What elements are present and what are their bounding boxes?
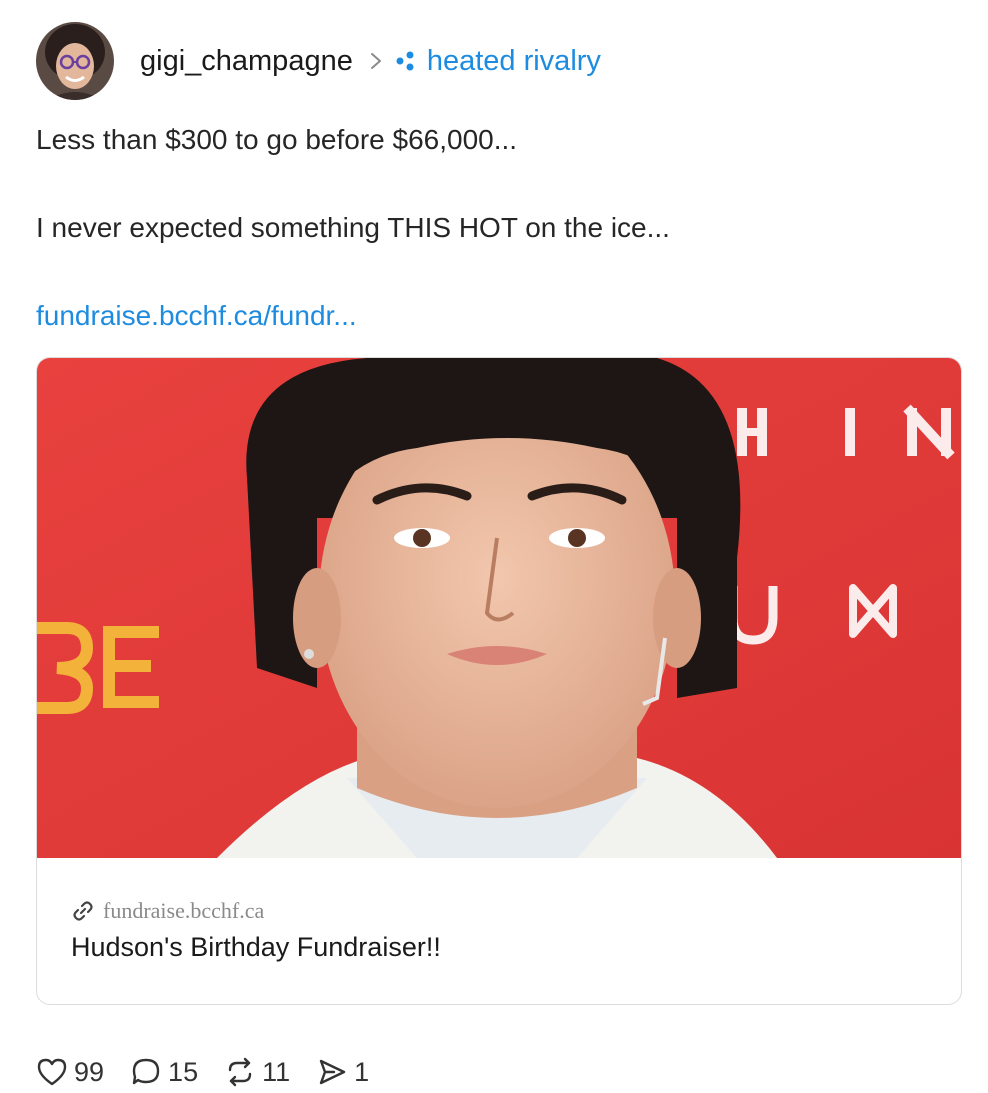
community-link[interactable]: heated rivalry [395, 45, 601, 78]
author-username[interactable]: gigi_champagne [140, 45, 353, 78]
post-text-line-1: Less than $300 to go before $66,000... [36, 124, 518, 155]
comment-icon [132, 1058, 160, 1085]
community-name: heated rivalry [426, 44, 601, 77]
like-button[interactable]: 99 [36, 1057, 104, 1088]
heart-icon [37, 1058, 67, 1086]
link-preview-card[interactable]: fundraise.bcchf.ca Hudson's Birthday Fun… [36, 357, 962, 1005]
post-text-line-2: I never expected something THIS HOT on t… [36, 212, 670, 243]
link-preview-image [37, 358, 961, 858]
repost-count: 11 [262, 1056, 291, 1087]
link-preview-domain: fundraise.bcchf.ca [103, 898, 265, 923]
avatar[interactable] [36, 22, 114, 100]
like-count: 99 [74, 1056, 105, 1087]
send-icon [319, 1059, 346, 1085]
link-preview-footer: fundraise.bcchf.ca Hudson's Birthday Fun… [71, 898, 441, 963]
link-icon [71, 899, 95, 923]
post-card: gigi_champagne heated rivalry Less than … [0, 0, 988, 1093]
link-preview-domain-row: fundraise.bcchf.ca [71, 898, 441, 924]
comment-count: 15 [168, 1056, 199, 1087]
repost-icon [228, 1057, 252, 1087]
link-preview-title: Hudson's Birthday Fundraiser!! [71, 932, 441, 962]
share-count: 1 [354, 1056, 370, 1087]
community-dots-icon [395, 51, 417, 71]
chevron-right-icon [369, 51, 383, 71]
post-link[interactable]: fundraise.bcchf.ca/fundr... [36, 300, 357, 332]
share-button[interactable]: 1 [316, 1056, 369, 1088]
post-header: gigi_champagne heated rivalry [36, 22, 601, 100]
post-actions: 99 15 11 1 [36, 1052, 395, 1092]
repost-button[interactable]: 11 [224, 1056, 290, 1088]
comment-button[interactable]: 15 [130, 1056, 198, 1088]
